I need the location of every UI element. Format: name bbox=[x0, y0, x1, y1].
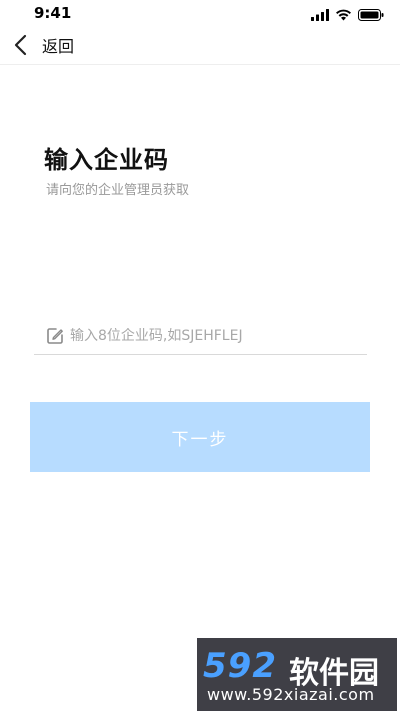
enterprise-code-field bbox=[34, 318, 367, 355]
chevron-left-icon bbox=[12, 34, 30, 56]
enterprise-code-input[interactable] bbox=[70, 328, 367, 344]
page-subtitle: 请向您的企业管理员获取 bbox=[46, 183, 190, 198]
status-icons bbox=[311, 6, 384, 25]
back-label: 返回 bbox=[42, 37, 75, 56]
page-title: 输入企业码 bbox=[44, 146, 169, 174]
edit-icon bbox=[45, 326, 65, 346]
status-bar: 9:41 bbox=[0, 0, 400, 28]
status-time: 9:41 bbox=[34, 4, 72, 22]
battery-icon bbox=[358, 6, 384, 25]
watermark-url: www.592xiazai.com bbox=[207, 685, 375, 704]
signal-icon bbox=[311, 6, 329, 25]
back-button[interactable]: 返回 bbox=[12, 30, 74, 60]
next-button[interactable]: 下一步 bbox=[30, 402, 370, 472]
watermark-logo: 592 bbox=[203, 646, 277, 686]
nav-bar: 返回 bbox=[0, 28, 400, 65]
wifi-icon bbox=[335, 6, 352, 25]
watermark: 592 软件园 www.592xiazai.com bbox=[197, 638, 397, 711]
